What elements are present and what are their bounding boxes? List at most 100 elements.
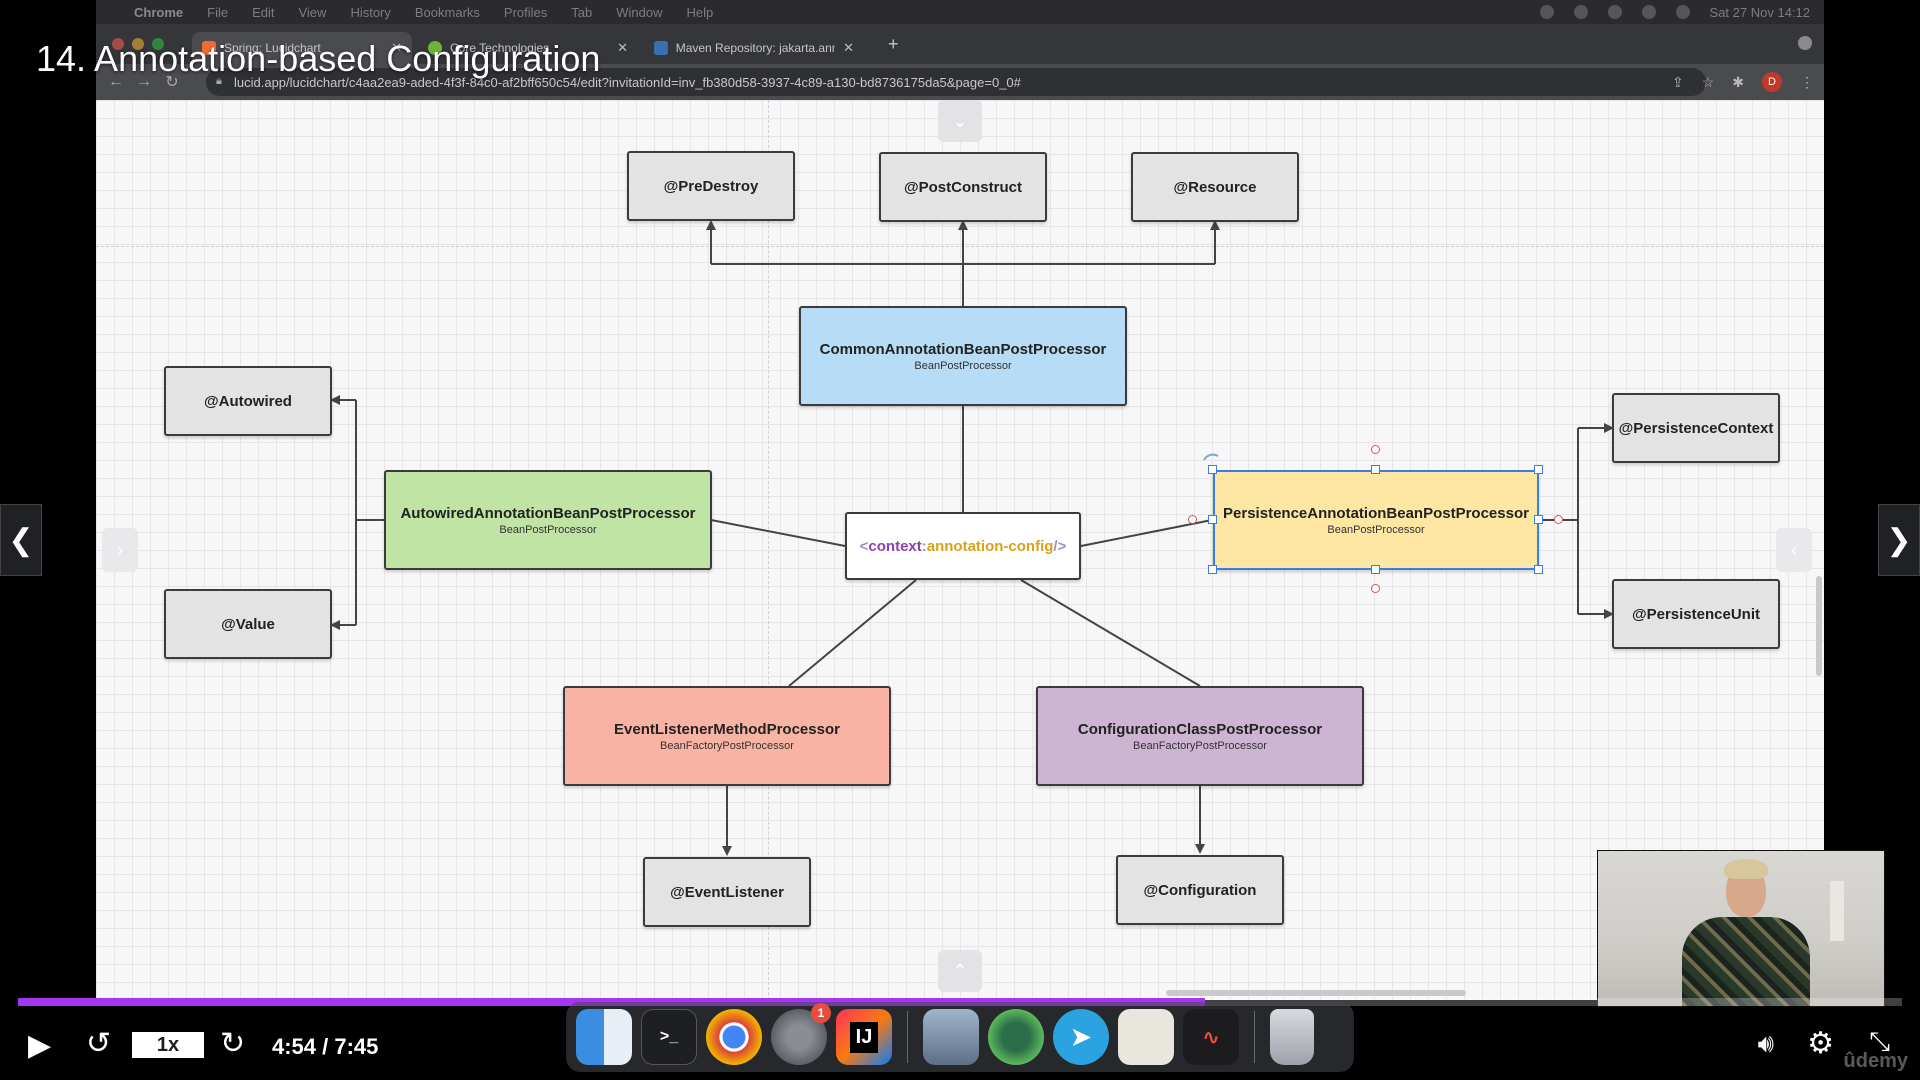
- configuration-node[interactable]: @Configuration: [1116, 855, 1284, 925]
- menu-bookmarks[interactable]: Bookmarks: [415, 5, 480, 20]
- search-icon[interactable]: [1675, 5, 1690, 19]
- context-keyword: context: [868, 537, 922, 555]
- new-tab-button[interactable]: +: [888, 34, 899, 55]
- connector: [710, 519, 846, 547]
- menu-history[interactable]: History: [350, 5, 390, 20]
- menu-view[interactable]: View: [298, 5, 326, 20]
- postconstruct-node[interactable]: @PostConstruct: [879, 152, 1047, 222]
- resize-handle[interactable]: [1208, 565, 1217, 574]
- rewind-icon[interactable]: ↺: [86, 1026, 111, 1061]
- connection-point[interactable]: [1554, 515, 1563, 524]
- lesson-title: 14. Annotation-based Configuration: [36, 38, 601, 79]
- trash-icon[interactable]: [1270, 1009, 1314, 1065]
- maven-icon: [654, 41, 668, 55]
- extensions-icon[interactable]: ✱: [1732, 74, 1744, 91]
- resize-handle[interactable]: [1371, 465, 1380, 474]
- textedit-icon[interactable]: [1118, 1009, 1174, 1065]
- context-close-bracket: />: [1053, 537, 1067, 555]
- node-label: @PostConstruct: [904, 178, 1022, 196]
- eventlistener-method-processor-node[interactable]: EventListenerMethodProcessor BeanFactory…: [563, 686, 891, 786]
- connection-point[interactable]: [1188, 515, 1197, 524]
- play-icon[interactable]: ▶: [28, 1028, 51, 1063]
- tab-search-icon[interactable]: [1798, 36, 1812, 50]
- node-label: @Configuration: [1143, 881, 1257, 899]
- status-icon[interactable]: [1539, 5, 1554, 19]
- value-node[interactable]: @Value: [164, 589, 332, 659]
- share-icon[interactable]: ⇪: [1672, 74, 1684, 91]
- terminal-icon[interactable]: >_: [641, 1009, 697, 1065]
- intellij-icon[interactable]: IJ: [836, 1009, 892, 1065]
- voice-memos-icon[interactable]: ∿: [1183, 1009, 1239, 1065]
- forward-icon[interactable]: ↻: [220, 1026, 245, 1061]
- bookmark-star-icon[interactable]: ☆: [1702, 74, 1715, 91]
- volume-icon[interactable]: 🔊︎: [1758, 1028, 1774, 1060]
- connection-point[interactable]: [1371, 584, 1380, 593]
- udemy-watermark: ûdemy: [1843, 1050, 1908, 1072]
- playback-time: 4:54 / 7:45: [272, 1034, 379, 1059]
- menubar-app-name[interactable]: Chrome: [134, 5, 183, 20]
- menu-profiles[interactable]: Profiles: [504, 5, 547, 20]
- sourcetree-icon[interactable]: [988, 1009, 1044, 1065]
- predestroy-node[interactable]: @PreDestroy: [627, 151, 795, 221]
- tab-title: Maven Repository: jakarta.ann: [675, 41, 836, 55]
- autowired-node[interactable]: @Autowired: [164, 366, 332, 436]
- resize-handle[interactable]: [1534, 465, 1543, 474]
- connector: [1020, 579, 1201, 687]
- autowired-annotation-processor-node[interactable]: AutowiredAnnotationBeanPostProcessor Bea…: [384, 470, 712, 570]
- node-label: @Resource: [1173, 178, 1257, 196]
- resource-node[interactable]: @Resource: [1131, 152, 1299, 222]
- context-annotation-config-node[interactable]: < context: annotation-config/>: [845, 512, 1081, 580]
- status-icon[interactable]: [1573, 5, 1588, 19]
- eventlistener-node[interactable]: @EventListener: [643, 857, 811, 927]
- persistence-context-node[interactable]: @PersistenceContext: [1612, 393, 1780, 463]
- persistence-unit-node[interactable]: @PersistenceUnit: [1612, 579, 1780, 649]
- node-subtitle: BeanPostProcessor: [499, 523, 597, 536]
- node-label: @EventListener: [670, 883, 784, 901]
- previous-lecture-button[interactable]: ❮: [0, 504, 42, 576]
- finder-icon[interactable]: [576, 1009, 632, 1065]
- resize-handle[interactable]: [1534, 515, 1543, 524]
- close-tab-icon[interactable]: ✕: [617, 40, 628, 56]
- playback-rate-button[interactable]: 1x: [132, 1032, 204, 1058]
- next-lecture-button[interactable]: ❯: [1878, 504, 1920, 576]
- connection-point[interactable]: [1371, 445, 1380, 454]
- preview-icon[interactable]: [923, 1009, 979, 1065]
- menubar-clock[interactable]: Sat 27 Nov 14:12: [1710, 5, 1810, 20]
- system-preferences-icon[interactable]: 1: [771, 1003, 831, 1065]
- telegram-icon[interactable]: ➤: [1053, 1009, 1109, 1065]
- menu-window[interactable]: Window: [616, 5, 662, 20]
- resize-handle[interactable]: [1371, 565, 1380, 574]
- instructor-body: [1682, 917, 1810, 1007]
- node-label: @PreDestroy: [663, 177, 759, 195]
- tab-maven-repository[interactable]: Maven Repository: jakarta.ann ✕: [644, 32, 864, 64]
- profile-avatar[interactable]: D: [1762, 72, 1782, 92]
- node-label: @PersistenceContext: [1618, 419, 1774, 437]
- wifi-icon[interactable]: [1641, 5, 1656, 19]
- node-title: CommonAnnotationBeanPostProcessor: [819, 340, 1107, 358]
- dock-separator: [1254, 1011, 1255, 1063]
- close-tab-icon[interactable]: ✕: [843, 40, 854, 56]
- resize-handle[interactable]: [1208, 515, 1217, 524]
- node-title: ConfigurationClassPostProcessor: [1077, 720, 1323, 738]
- menu-tab[interactable]: Tab: [571, 5, 592, 20]
- menu-help[interactable]: Help: [687, 5, 714, 20]
- screen: Chrome File Edit View History Bookmarks …: [0, 0, 1920, 1080]
- menu-edit[interactable]: Edit: [252, 5, 274, 20]
- intellij-logo: IJ: [849, 1021, 879, 1053]
- diagram-canvas[interactable]: ⌄ ⌃ › ‹ @PreDestroy @PostConstruct @Reso…: [96, 100, 1824, 1000]
- node-subtitle: BeanPostProcessor: [1327, 523, 1425, 536]
- settings-gear-icon[interactable]: ⚙: [1807, 1026, 1834, 1061]
- common-annotation-processor-node[interactable]: CommonAnnotationBeanPostProcessor BeanPo…: [799, 306, 1127, 406]
- resize-handle[interactable]: [1208, 465, 1217, 474]
- resize-handle[interactable]: [1534, 565, 1543, 574]
- instructor-hair: [1724, 859, 1768, 879]
- mac-dock: >_ 1 IJ ➤ ∿: [566, 1002, 1354, 1072]
- node-title: PersistenceAnnotationBeanPostProcessor: [1223, 504, 1529, 522]
- node-title: EventListenerMethodProcessor: [614, 720, 840, 738]
- status-icon[interactable]: [1607, 5, 1622, 19]
- menu-file[interactable]: File: [207, 5, 228, 20]
- configuration-class-processor-node[interactable]: ConfigurationClassPostProcessor BeanFact…: [1036, 686, 1364, 786]
- more-menu-icon[interactable]: ⋮: [1800, 74, 1814, 91]
- chrome-icon[interactable]: [706, 1009, 762, 1065]
- persistence-annotation-processor-node[interactable]: PersistenceAnnotationBeanPostProcessor B…: [1213, 470, 1539, 570]
